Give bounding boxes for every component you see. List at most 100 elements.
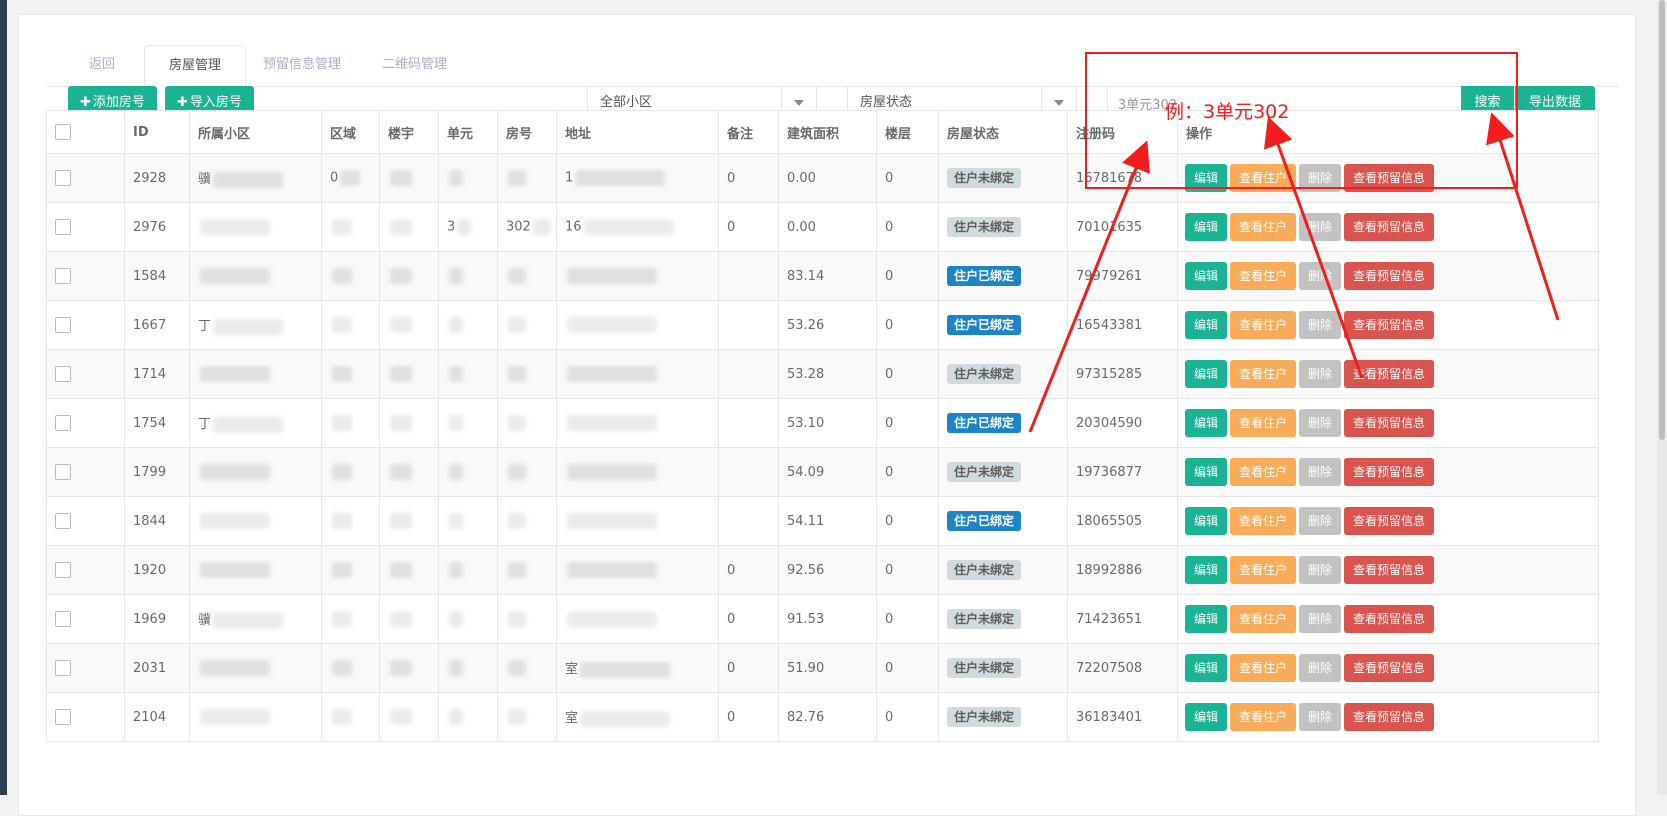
col-header[interactable]: 单元 (438, 110, 498, 154)
view-residents-button[interactable]: 查看住户 (1230, 360, 1297, 388)
table-row[interactable]: 1844 54.11 0 住户已绑定 18065505 编辑 查看住户 删除 查看预留信息 (46, 496, 1599, 546)
delete-button[interactable]: 删除 (1299, 311, 1342, 339)
delete-button[interactable]: 删除 (1299, 360, 1342, 388)
table-row[interactable]: 1920 0 92.56 0 住户未绑定 18992886 编辑 查看住户 删除 查看预留信息 (46, 545, 1599, 595)
edit-button[interactable]: 编辑 (1185, 654, 1228, 682)
view-residents-button[interactable]: 查看住户 (1230, 605, 1297, 633)
table-row[interactable]: 1969 骥 0 91.53 0 住户未绑定 71423651 编辑 查看住户 删除 查看预留信息 (46, 594, 1599, 644)
view-reservation-button[interactable]: 查看预留信息 (1344, 507, 1435, 535)
table-row[interactable]: 2031 室 0 51.90 0 住户未绑定 72207508 编辑 查看住户 删除 查看预留信息 (46, 643, 1599, 693)
row-checkbox[interactable] (55, 219, 71, 235)
view-residents-button[interactable]: 查看住户 (1230, 262, 1297, 290)
col-header[interactable]: 楼层 (876, 110, 939, 154)
col-header[interactable]: 区域 (321, 110, 380, 154)
table-row[interactable]: 1754 丁 53.10 0 住户已绑定 20304590 编辑 查看住户 删除 查看预留信息 (46, 398, 1599, 448)
view-reservation-button[interactable]: 查看预留信息 (1344, 556, 1435, 584)
cell-unit: 3 (438, 202, 498, 252)
edit-button[interactable]: 编辑 (1185, 703, 1228, 731)
table-row[interactable]: 1584 83.14 0 住户已绑定 79979261 编辑 查看住户 删除 查看预留信息 (46, 251, 1599, 301)
row-select-cell[interactable] (46, 496, 125, 546)
view-reservation-button[interactable]: 查看预留信息 (1344, 654, 1435, 682)
cell-id: 2104 (124, 692, 190, 742)
delete-button[interactable]: 删除 (1299, 605, 1342, 633)
view-residents-button[interactable]: 查看住户 (1230, 311, 1297, 339)
edit-button[interactable]: 编辑 (1185, 311, 1228, 339)
col-header[interactable]: ID (124, 110, 190, 154)
table-row[interactable]: 1799 54.09 0 住户未绑定 19736877 编辑 查看住户 删除 查看预留信息 (46, 447, 1599, 497)
row-checkbox[interactable] (55, 317, 71, 333)
tab-qrcode-management[interactable]: 二维码管理 (358, 45, 471, 85)
col-header[interactable]: 地址 (556, 110, 719, 154)
edit-button[interactable]: 编辑 (1185, 360, 1228, 388)
view-reservation-button[interactable]: 查看预留信息 (1344, 409, 1435, 437)
view-residents-button[interactable]: 查看住户 (1230, 458, 1297, 486)
view-reservation-button[interactable]: 查看预留信息 (1344, 213, 1435, 241)
col-header[interactable]: 备注 (718, 110, 779, 154)
col-header[interactable]: 建筑面积 (778, 110, 877, 154)
delete-button[interactable]: 删除 (1299, 458, 1342, 486)
row-select-cell[interactable] (46, 692, 125, 742)
row-checkbox[interactable] (55, 366, 71, 382)
row-checkbox[interactable] (55, 464, 71, 480)
row-checkbox[interactable] (55, 660, 71, 676)
col-header[interactable]: 所属小区 (189, 110, 322, 154)
delete-button[interactable]: 删除 (1299, 703, 1342, 731)
row-select-cell[interactable] (46, 643, 125, 693)
view-reservation-button[interactable]: 查看预留信息 (1344, 458, 1435, 486)
edit-button[interactable]: 编辑 (1185, 605, 1228, 633)
view-residents-button[interactable]: 查看住户 (1230, 654, 1297, 682)
table-row[interactable]: 2104 室 0 82.76 0 住户未绑定 36183401 编辑 查看住户 删除 查看预留信息 (46, 692, 1599, 742)
view-reservation-button[interactable]: 查看预留信息 (1344, 262, 1435, 290)
row-checkbox[interactable] (55, 170, 71, 186)
vertical-scrollbar[interactable] (1657, 0, 1667, 795)
tab-house-management[interactable]: 房屋管理 (144, 45, 247, 88)
row-select-cell[interactable] (46, 398, 125, 448)
table-row[interactable]: 2976 3 302 16 0 0.00 0 住户未绑定 70101635 编辑 查看住户 删除 查看预… (46, 202, 1599, 252)
view-reservation-button[interactable]: 查看预留信息 (1344, 605, 1435, 633)
tab-reservation-management[interactable]: 预留信息管理 (239, 45, 365, 85)
row-select-cell[interactable] (46, 251, 125, 301)
row-select-cell[interactable] (46, 202, 125, 252)
col-header[interactable]: 楼宇 (379, 110, 439, 154)
delete-button[interactable]: 删除 (1299, 654, 1342, 682)
row-checkbox[interactable] (55, 415, 71, 431)
view-residents-button[interactable]: 查看住户 (1230, 703, 1297, 731)
tab-back[interactable]: 返回 (65, 45, 139, 85)
col-header[interactable]: 房屋状态 (938, 110, 1068, 154)
row-checkbox[interactable] (55, 513, 71, 529)
row-select-cell[interactable] (46, 447, 125, 497)
row-checkbox[interactable] (55, 709, 71, 725)
table-row[interactable]: 1667 丁 53.26 0 住户已绑定 16543381 编辑 查看住户 删除 查看预留信息 (46, 300, 1599, 350)
edit-button[interactable]: 编辑 (1185, 213, 1228, 241)
row-checkbox[interactable] (55, 562, 71, 578)
edit-button[interactable]: 编辑 (1185, 409, 1228, 437)
delete-button[interactable]: 删除 (1299, 409, 1342, 437)
edit-button[interactable]: 编辑 (1185, 262, 1228, 290)
scrollbar-thumb[interactable] (1659, 0, 1665, 440)
row-select-cell[interactable] (46, 349, 125, 399)
row-select-cell[interactable] (46, 153, 125, 203)
row-select-cell[interactable] (46, 300, 125, 350)
select-all-cell[interactable] (46, 110, 125, 154)
row-checkbox[interactable] (55, 268, 71, 284)
edit-button[interactable]: 编辑 (1185, 507, 1228, 535)
delete-button[interactable]: 删除 (1299, 213, 1342, 241)
select-all-checkbox[interactable] (55, 124, 71, 140)
view-residents-button[interactable]: 查看住户 (1230, 409, 1297, 437)
view-reservation-button[interactable]: 查看预留信息 (1344, 360, 1435, 388)
delete-button[interactable]: 删除 (1299, 262, 1342, 290)
row-checkbox[interactable] (55, 611, 71, 627)
delete-button[interactable]: 删除 (1299, 556, 1342, 584)
view-residents-button[interactable]: 查看住户 (1230, 507, 1297, 535)
view-residents-button[interactable]: 查看住户 (1230, 213, 1297, 241)
view-residents-button[interactable]: 查看住户 (1230, 556, 1297, 584)
edit-button[interactable]: 编辑 (1185, 556, 1228, 584)
edit-button[interactable]: 编辑 (1185, 458, 1228, 486)
view-reservation-button[interactable]: 查看预留信息 (1344, 703, 1435, 731)
delete-button[interactable]: 删除 (1299, 507, 1342, 535)
row-select-cell[interactable] (46, 594, 125, 644)
view-reservation-button[interactable]: 查看预留信息 (1344, 311, 1435, 339)
table-row[interactable]: 1714 53.28 0 住户未绑定 97315285 编辑 查看住户 删除 查看预留信息 (46, 349, 1599, 399)
row-select-cell[interactable] (46, 545, 125, 595)
col-header[interactable]: 房号 (497, 110, 557, 154)
